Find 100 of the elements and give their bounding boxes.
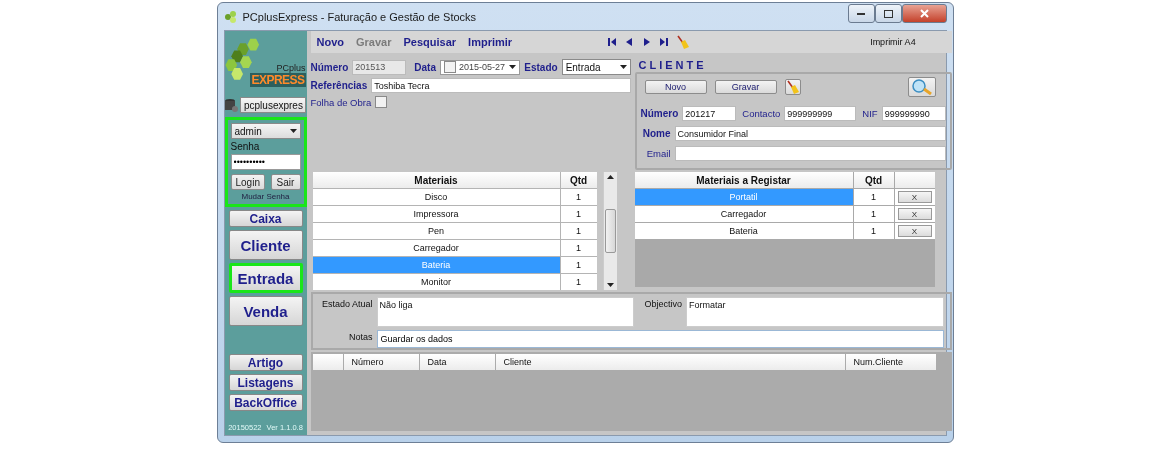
nav-button[interactable]: Cliente [228, 230, 303, 260]
objective-field[interactable]: Formatar [686, 297, 944, 327]
field-label: Nome [641, 128, 671, 139]
scroll-up-icon [606, 175, 614, 179]
text-field[interactable]: 999999990 [881, 106, 946, 121]
caret-icon [619, 65, 627, 69]
column-header: Num.Cliente [845, 354, 936, 370]
database-icon [225, 98, 238, 112]
column-header: Cliente [495, 354, 845, 370]
table-cell[interactable]: Pen [312, 223, 560, 239]
text-field[interactable]: 201217 [682, 106, 737, 121]
minimize-button[interactable] [847, 4, 875, 23]
field-label: Referências [310, 80, 368, 91]
work-sheet-checkbox[interactable] [375, 96, 388, 108]
field-label: Objectivo [643, 298, 683, 309]
remove-button[interactable]: X [897, 225, 932, 237]
section-title: CLIENTE [638, 59, 708, 71]
last-record-icon[interactable] [659, 38, 669, 46]
table-cell: 1 [853, 189, 894, 205]
nav-button[interactable]: Venda [228, 296, 303, 326]
caret-icon [289, 129, 297, 133]
date-checkbox[interactable] [444, 61, 456, 73]
field-label: Número [310, 61, 349, 73]
field-label: Estado [524, 61, 558, 73]
nav-button[interactable]: Entrada [228, 263, 303, 293]
scroll-down-icon [606, 283, 614, 287]
date-picker[interactable]: 2015-05-27 [440, 59, 521, 75]
field-label: Data [414, 61, 436, 73]
app-logo-icon [223, 9, 238, 24]
table-cell[interactable]: Impressora [312, 206, 560, 222]
table-cell[interactable]: Monitor [312, 274, 560, 290]
column-header: Materiais a Registar [634, 172, 853, 188]
field-label: Email [645, 148, 671, 159]
table-cell: 1 [560, 240, 597, 256]
table-cell: 1 [560, 274, 597, 290]
table-cell: 1 [853, 206, 894, 222]
nav-button[interactable]: Artigo [228, 354, 303, 371]
number-field[interactable]: 201513 [352, 59, 407, 75]
new-client-button[interactable]: Novo [644, 80, 707, 94]
current-state-field[interactable]: Não liga [376, 297, 635, 327]
minimize-icon [857, 12, 865, 15]
table-cell: 1 [560, 189, 597, 205]
column-header [894, 172, 935, 188]
table-cell: 1 [853, 223, 894, 239]
table-cell: 1 [560, 206, 597, 222]
table-cell: 1 [560, 223, 597, 239]
remove-button[interactable]: X [897, 208, 932, 220]
column-header: Qtd [853, 172, 894, 188]
next-record-icon[interactable] [642, 38, 652, 46]
password-label: Senha [230, 141, 261, 152]
table-cell: 1 [560, 257, 597, 273]
print-format-label: Imprimir A4 [870, 37, 916, 47]
field-label: Folha de Obra [310, 96, 372, 108]
database-dropdown[interactable]: pcplusexpres [240, 97, 306, 113]
nav-button[interactable]: Listagens [228, 374, 303, 391]
scrollbar[interactable] [602, 172, 617, 290]
field-label: Número [640, 108, 679, 119]
search-icon [910, 79, 933, 95]
close-icon [919, 9, 929, 18]
change-password-link[interactable]: Mudar Senha [230, 192, 301, 201]
toolbar-button[interactable]: Novo [316, 36, 344, 48]
toolbar-button[interactable]: Pesquisar [403, 36, 457, 48]
column-header: Materiais [312, 172, 560, 188]
text-field[interactable]: 999999999 [784, 106, 857, 121]
table-cell[interactable]: Carregador [634, 206, 853, 222]
broom-icon [786, 80, 799, 94]
table-cell[interactable]: Disco [312, 189, 560, 205]
field-label: Estado Atual [320, 298, 373, 309]
remove-button[interactable]: X [897, 191, 932, 203]
nav-button[interactable]: Caixa [228, 210, 303, 227]
login-button[interactable]: Login [230, 174, 265, 190]
text-field[interactable]: Consumidor Final [674, 126, 946, 141]
logo-text: EXPRESS [250, 73, 306, 87]
column-header: Qtd [560, 172, 597, 188]
user-dropdown[interactable]: admin [230, 123, 301, 139]
close-button[interactable] [901, 4, 947, 23]
previous-record-icon[interactable] [625, 38, 635, 46]
nav-button[interactable]: BackOffice [228, 394, 303, 411]
exit-button[interactable]: Sair [270, 174, 301, 190]
row-header [312, 354, 343, 370]
references-field[interactable]: Toshiba Tecra [371, 78, 631, 93]
first-record-icon[interactable] [608, 38, 618, 46]
table-cell[interactable]: Carregador [312, 240, 560, 256]
maximize-icon [883, 9, 893, 18]
search-button[interactable] [907, 77, 936, 97]
logo-text: PCplus [276, 63, 306, 73]
maximize-button[interactable] [874, 4, 902, 23]
table-cell[interactable]: Bateria [634, 223, 853, 239]
text-field[interactable] [674, 146, 946, 161]
caret-icon [509, 65, 517, 69]
save-client-button[interactable]: Gravar [714, 80, 777, 94]
clear-button[interactable] [784, 79, 801, 95]
notes-field[interactable]: Guardar os dados [376, 330, 944, 348]
column-header: Data [419, 354, 495, 370]
status-dropdown[interactable]: Entrada [561, 59, 631, 75]
field-label: Notas [348, 331, 373, 342]
field-label: Contacto [742, 108, 781, 119]
toolbar-button[interactable]: Imprimir [468, 36, 513, 48]
password-field[interactable]: •••••••••• [230, 154, 301, 170]
window-title: PCplusExpress - Faturação e Gestão de Stocks [242, 10, 478, 23]
